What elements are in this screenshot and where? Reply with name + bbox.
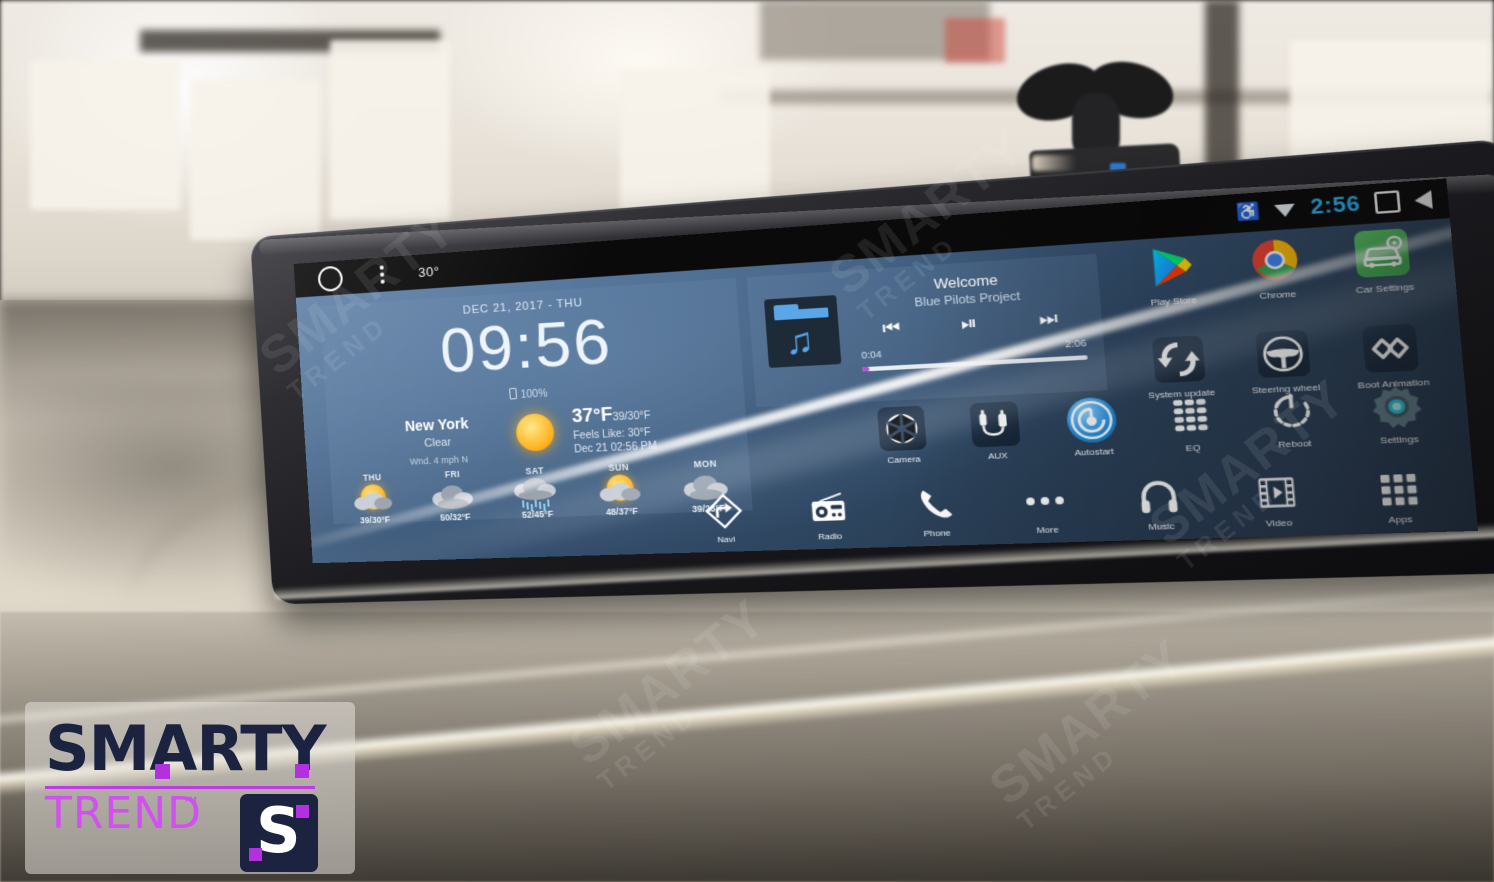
duration-time: 2:06 <box>1064 337 1087 350</box>
equalizer-icon <box>1163 392 1217 440</box>
app-icon-aux[interactable]: AUX <box>946 400 1047 477</box>
play-store-icon <box>1144 243 1198 291</box>
weather-temp-block: 37°F39/30°F Feels Like: 30°F Dec 21 02:5… <box>571 402 657 456</box>
reboot-power-icon <box>1264 387 1320 435</box>
app-icon-play-store[interactable]: Play Store <box>1118 241 1228 340</box>
clock-weather-widget[interactable]: DEC 21, 2017 - THU 09:56 100% New York C… <box>319 278 753 525</box>
circle-home-icon[interactable] <box>317 264 344 292</box>
boot-animation-icon <box>1361 323 1420 373</box>
app-label: Settings <box>1379 433 1420 446</box>
background-box <box>945 18 1005 63</box>
bluetooth-icon: ♿ <box>1235 201 1262 223</box>
play-pause-icon[interactable]: ⏯ <box>960 313 978 336</box>
forecast-day: THU 39/30°F <box>333 471 416 525</box>
logo-smarty-text: SMARTY <box>45 712 326 785</box>
elapsed-time: 0:04 <box>860 348 882 361</box>
video-film-icon <box>1252 471 1302 514</box>
smarty-trend-logo: SMARTY TREND ™ S <box>25 702 355 874</box>
camera-shutter-icon <box>876 405 927 452</box>
forecast-day: FRI 50/32°F <box>412 467 497 523</box>
logo-trend-text: TREND <box>45 788 203 839</box>
app-icon-reboot[interactable]: Reboot <box>1239 386 1349 466</box>
photo-scene: ♿ 2:56 30° DEC 21, 2017 - THU 09:56 100% <box>0 0 1494 882</box>
phone-handset-icon <box>912 484 957 525</box>
steering-wheel-icon <box>1255 329 1311 379</box>
app-icon-radio[interactable]: Radio <box>774 486 884 550</box>
weather-wind: Wnd. 4 mph N <box>409 453 469 467</box>
logo-badge-pixel <box>296 805 309 818</box>
background-box <box>330 40 450 220</box>
previous-track-icon[interactable]: ⏮ <box>882 317 901 340</box>
background-box <box>30 60 180 210</box>
wifi-icon <box>1274 202 1297 217</box>
app-icon-chrome[interactable]: Chrome <box>1221 234 1335 334</box>
background-box <box>190 80 320 240</box>
forecast-day: SAT 52/45°F <box>493 464 580 520</box>
rain-icon <box>512 476 560 512</box>
app-icon-eq[interactable]: EQ <box>1139 391 1246 470</box>
logo-badge-letter: S <box>256 794 301 867</box>
forecast-day-name: THU <box>362 471 382 483</box>
overflow-menu-icon[interactable] <box>379 265 385 284</box>
forecast-day: SUN 48/37°F <box>576 460 665 517</box>
weather-feels-like: Feels Like: 30°F <box>572 427 652 443</box>
app-icon-navi[interactable]: Navi <box>672 490 779 553</box>
aux-cable-icon <box>969 401 1022 448</box>
battery-percent: 100% <box>520 388 548 401</box>
autostart-icon <box>1065 396 1118 444</box>
radio-icon <box>806 487 850 527</box>
recents-square-icon[interactable] <box>1373 190 1401 214</box>
app-icon-more[interactable]: More <box>988 478 1105 544</box>
headphones-icon <box>1135 475 1183 517</box>
logo-accent-dot <box>295 764 309 778</box>
apps-grid-icon <box>1372 467 1424 511</box>
forecast-day-name: MON <box>693 458 718 470</box>
app-icon-apps[interactable]: Apps <box>1335 465 1464 535</box>
navigation-arrow-icon <box>703 491 746 531</box>
app-icon-autostart[interactable]: Autostart <box>1041 395 1145 473</box>
logo-accent-dot <box>155 764 170 779</box>
system-clock: 2:56 <box>1309 191 1362 219</box>
music-folder-icon: ♫ <box>763 295 842 368</box>
app-icon-video[interactable]: Video <box>1216 470 1341 538</box>
system-update-icon <box>1151 335 1206 384</box>
settings-gear-icon <box>1368 382 1425 431</box>
weather-temperature: 37°F <box>571 403 614 427</box>
weather-observed-time: Dec 21 02:56 PM <box>573 440 658 456</box>
forecast-day-name: SAT <box>525 465 545 477</box>
music-widget[interactable]: ♫ Welcome Blue Pilots Project ⏮ ⏯ ⏭ 0:04… <box>746 253 1108 408</box>
app-icon-car-settings[interactable]: Car Settings <box>1326 226 1443 328</box>
car-settings-icon <box>1353 228 1411 278</box>
next-track-icon[interactable]: ⏭ <box>1038 308 1058 331</box>
head-unit: ♿ 2:56 30° DEC 21, 2017 - THU 09:56 100% <box>248 138 1494 655</box>
dashcam-glint <box>1032 155 1076 171</box>
app-icon-camera[interactable]: Camera <box>854 405 952 481</box>
sun-cloud-icon <box>596 473 645 506</box>
logo-tm-mark: ™ <box>183 794 198 811</box>
app-icon-phone[interactable]: Phone <box>880 482 993 547</box>
cabin-temperature: 30° <box>417 262 441 280</box>
app-label: Apps <box>1387 513 1414 526</box>
logo-s-badge: S <box>240 794 318 872</box>
weather-condition: Clear <box>423 436 452 450</box>
app-icon-settings[interactable]: Settings <box>1342 381 1455 463</box>
weather-high-low: 39/30°F <box>612 410 651 424</box>
app-icon-music[interactable]: Music <box>1100 474 1221 541</box>
forecast-day-name: SUN <box>608 461 630 474</box>
back-triangle-icon[interactable] <box>1413 189 1433 210</box>
forecast-day-name: FRI <box>444 468 461 480</box>
weather-city: New York <box>404 414 469 435</box>
sun-cloud-icon <box>351 483 397 515</box>
app-label: Car Settings <box>1355 281 1415 296</box>
sun-icon <box>515 412 556 452</box>
logo-badge-pixel <box>249 848 262 861</box>
chrome-icon <box>1247 235 1302 284</box>
more-dots-icon <box>1022 479 1069 521</box>
battery-icon <box>508 387 517 400</box>
cloud-icon <box>430 479 477 511</box>
